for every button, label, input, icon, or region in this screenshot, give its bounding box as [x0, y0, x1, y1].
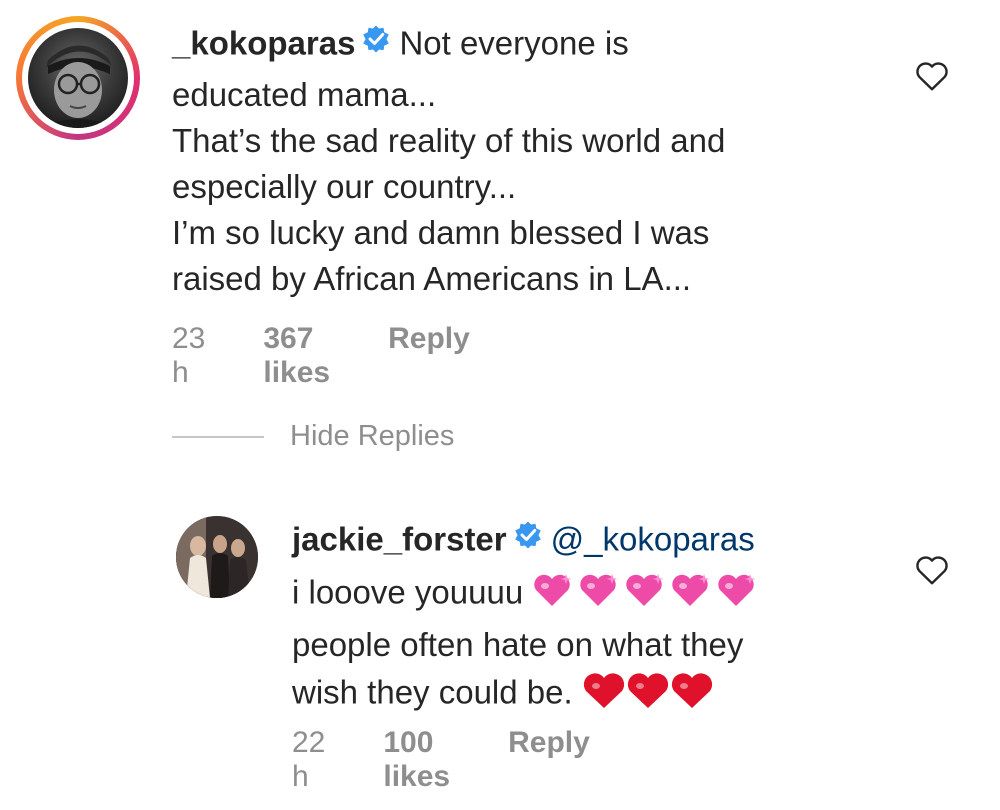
verified-badge-icon — [361, 20, 391, 66]
reply-text-line: i looove youuuu — [292, 573, 524, 611]
mention-link[interactable]: @_kokoparas — [551, 521, 755, 558]
comment-username[interactable]: _kokoparas — [172, 25, 355, 62]
avatar-kokoparas[interactable] — [28, 28, 128, 128]
reply-time: 22 h — [292, 726, 326, 793]
reply-button[interactable]: Reply — [508, 726, 590, 760]
comment-text-line: I’m so lucky and damn blessed I was — [172, 214, 710, 251]
hide-replies-toggle[interactable]: Hide Replies — [172, 420, 454, 453]
reply-button[interactable]: Reply — [388, 322, 470, 356]
comment-likes-link[interactable]: 367 likes — [263, 322, 330, 390]
avatar-jackie-forster[interactable] — [176, 516, 258, 598]
comment-text-line: educated mama... — [172, 76, 437, 113]
reply-text-line: wish they could be. — [292, 673, 573, 711]
reply-likes-link[interactable]: 100 likes — [383, 726, 450, 794]
reply-username[interactable]: jackie_forster — [292, 521, 507, 558]
divider — [172, 435, 264, 438]
like-heart-icon[interactable] — [914, 58, 950, 97]
verified-badge-icon — [513, 516, 543, 562]
comment-body: _kokoparas Not everyone is educated mama.… — [172, 20, 872, 302]
hide-replies-label: Hide Replies — [290, 420, 455, 452]
reply-text-line: people often hate on what they — [292, 626, 744, 663]
comment-text-line: That’s the sad reality of this world and — [172, 122, 726, 159]
red-hearts-icon — [582, 668, 722, 722]
comment-text-line: raised by African Americans in LA... — [172, 260, 692, 297]
reply-body: jackie_forster @_kokoparas i looove youuu… — [292, 516, 892, 722]
comment-text-line: especially our country... — [172, 168, 517, 205]
comment-text-line: Not everyone is — [399, 24, 629, 62]
reply-meta: 22 h 100 likes Reply — [292, 726, 590, 794]
sparkling-hearts-icon — [532, 568, 762, 622]
comment-meta: 23 h 367 likes Reply — [172, 322, 470, 390]
comment-time: 23 h — [172, 322, 206, 389]
story-ring[interactable] — [16, 16, 140, 140]
like-heart-icon[interactable] — [914, 552, 950, 591]
